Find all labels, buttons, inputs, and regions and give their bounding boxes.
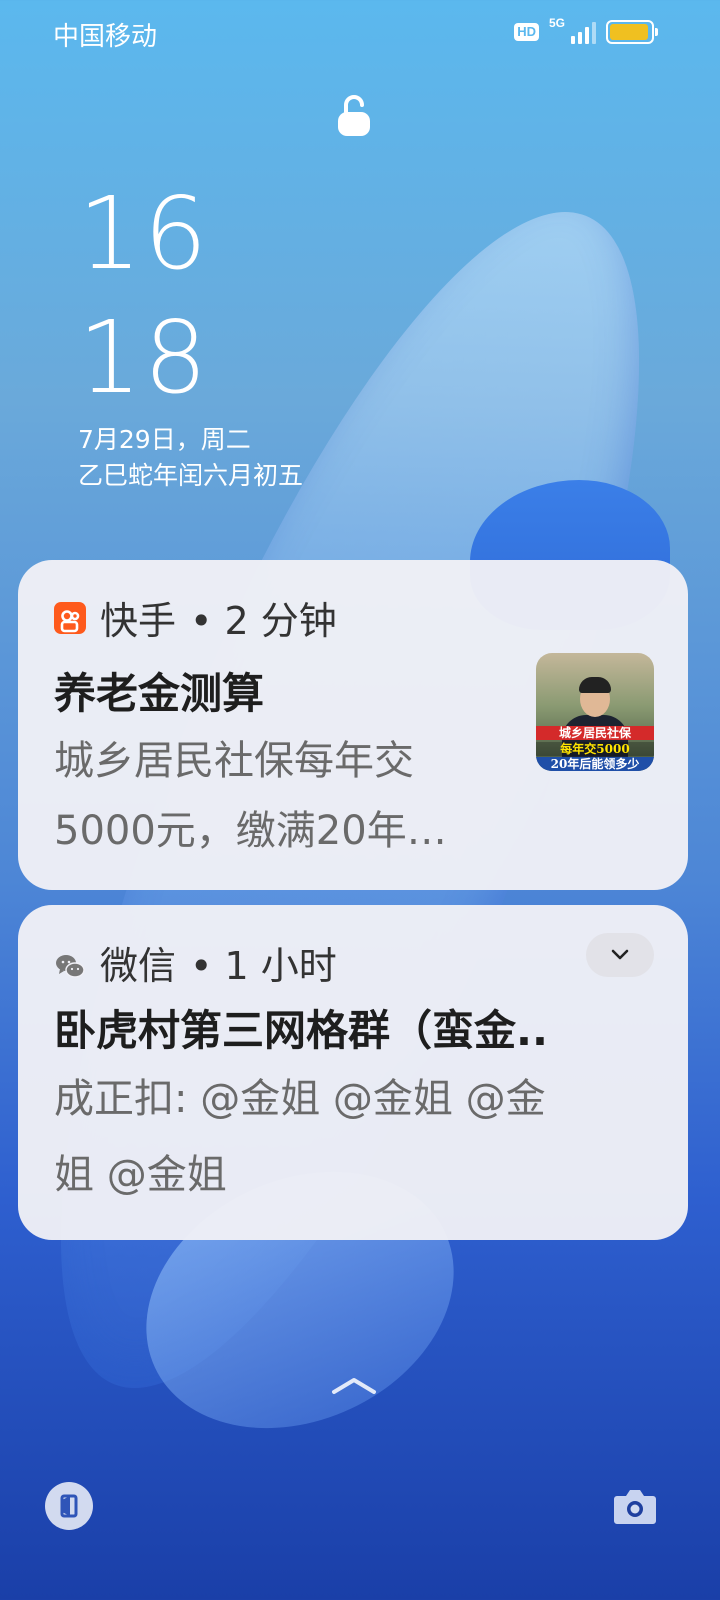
clock-minute: 18: [78, 299, 210, 416]
thumbnail-caption: 20年后能领多少: [536, 757, 654, 771]
notification-title: 卧虎村第三网格群（蛮金..: [54, 1006, 548, 1055]
network-type: 5G: [549, 16, 566, 30]
thumbnail-caption: 每年交5000: [536, 742, 654, 756]
notification-wechat[interactable]: 微信 • 1 小时 卧虎村第三网格群（蛮金.. 成正扣: @金姐 @金姐 @金 …: [18, 905, 688, 1240]
notification-thumbnail: 城乡居民社保 每年交5000 20年后能领多少: [536, 653, 654, 771]
notification-body-line: 5000元，缴满20年…: [54, 808, 447, 854]
battery-icon: [606, 20, 658, 44]
clock-hour: 16: [78, 175, 210, 292]
camera-icon[interactable]: [613, 1486, 657, 1526]
unlock-icon: [338, 95, 370, 136]
notification-kuaishou[interactable]: 快手 • 2 分钟 养老金测算 城乡居民社保每年交 5000元，缴满20年… 城…: [18, 560, 688, 890]
hd-icon: HD: [514, 23, 539, 41]
notification-header: 快手 • 2 分钟: [54, 590, 337, 645]
notification-time: • 1 小时: [190, 944, 337, 988]
lunar-date-text: 乙巳蛇年闰六月初五: [78, 461, 304, 490]
notification-time: • 2 分钟: [190, 599, 337, 643]
expand-button[interactable]: [586, 933, 654, 977]
app-name: 快手: [100, 599, 177, 643]
notification-body: 城乡居民社保每年交 5000元，缴满20年…: [54, 726, 447, 866]
date-text: 7月29日，周二: [78, 425, 251, 454]
signal-icon: 5G: [549, 16, 596, 44]
carrier-name: 中国移动: [53, 22, 158, 52]
clock: 16 18: [78, 172, 209, 420]
notification-body: 成正扣: @金姐 @金姐 @金 姐 @金姐: [54, 1061, 546, 1213]
wechat-icon: [54, 947, 86, 979]
notification-body-line: 成正扣: @金姐 @金姐 @金: [54, 1076, 546, 1122]
status-icons: HD 5G: [514, 16, 658, 46]
chevron-down-icon: [611, 949, 629, 960]
chevron-up-icon[interactable]: [330, 1374, 378, 1398]
wallet-button[interactable]: [45, 1482, 93, 1530]
notification-header: 微信 • 1 小时: [54, 935, 337, 990]
notification-title: 养老金测算: [54, 669, 265, 718]
notification-body-line: 城乡居民社保每年交: [54, 738, 414, 784]
wallet-icon: [60, 1494, 78, 1518]
app-name: 微信: [100, 944, 177, 988]
thumbnail-caption: 城乡居民社保: [536, 726, 654, 740]
kuaishou-icon: [54, 601, 86, 634]
status-bar: 中国移动 HD 5G: [0, 0, 720, 62]
notification-body-line: 姐 @金姐: [54, 1152, 227, 1198]
